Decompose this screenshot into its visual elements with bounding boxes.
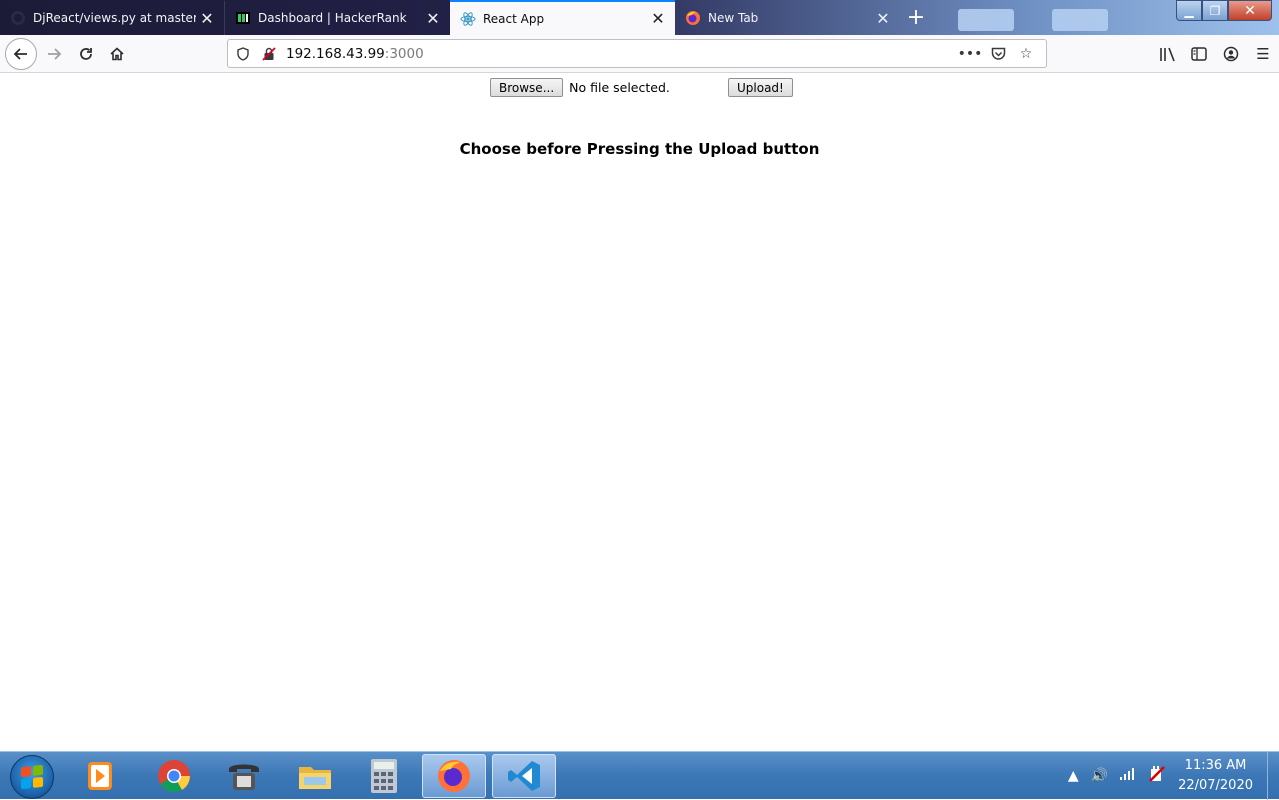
new-tab-button[interactable]: + [902,4,930,30]
pocket-icon[interactable] [984,42,1012,66]
page-actions-icon[interactable]: ••• [956,42,984,66]
taskbar-firefox[interactable] [422,754,486,798]
blurred-region [958,9,1014,31]
tab-github[interactable]: DjReact/views.py at master · m ✕ [0,1,225,35]
home-icon [110,47,124,61]
clock[interactable]: 11:36 AM 22/07/2020 [1178,756,1253,796]
url-bar[interactable]: 192.168.43.99:3000 ••• ☆ [227,39,1047,68]
windows-logo-icon [21,764,43,790]
taskbar: ▲ 🔊 11:36 AM 22/07/2020 [0,751,1279,800]
system-tray: ▲ 🔊 11:36 AM 22/07/2020 [1068,752,1279,800]
browse-button[interactable]: Browse... [490,78,564,97]
close-tab-icon[interactable]: ✕ [647,8,669,30]
tracking-protection-shield-icon[interactable] [232,43,254,65]
tab-label: Dashboard | HackerRank [258,11,407,25]
url-port: :3000 [384,45,424,62]
taskbar-phone[interactable] [212,754,276,798]
sidebar-icon[interactable] [1183,40,1215,68]
window-controls: ▁ ❐ ✕ [1176,0,1272,21]
tab-label: React App [483,11,545,26]
react-icon [460,11,476,27]
taskbar-file-explorer[interactable] [283,754,347,798]
close-tab-icon[interactable]: ✕ [422,7,444,29]
menu-hamburger-icon[interactable]: ☰ [1247,40,1279,68]
bookmark-star-icon[interactable]: ☆ [1012,42,1040,66]
file-status: No file selected. [569,80,670,95]
clock-date: 22/07/2020 [1178,778,1253,793]
back-button[interactable] [5,38,37,70]
tray-overflow-icon[interactable]: ▲ [1068,768,1079,784]
forward-arrow-icon [48,48,62,60]
url-host: 192.168.43.99 [286,45,385,62]
taskbar-calculator[interactable] [352,754,416,798]
battery-power-icon[interactable] [1148,765,1166,787]
vscode-icon [508,761,540,791]
hackerrank-icon [235,10,251,26]
calculator-icon [371,759,397,793]
firefox-icon [438,760,470,792]
taskbar-chrome[interactable] [142,754,206,798]
show-desktop-button[interactable] [1267,752,1279,800]
maximize-button[interactable]: ❐ [1202,0,1228,21]
file-input[interactable]: Browse... No file selected. [490,78,670,97]
tab-label: New Tab [708,11,759,25]
network-signal-icon[interactable] [1120,768,1136,784]
phone-icon [229,764,259,790]
volume-icon[interactable]: 🔊 [1091,768,1108,784]
github-icon [10,10,26,26]
home-button[interactable] [103,40,131,68]
reload-button[interactable] [72,40,100,68]
start-button[interactable] [10,755,54,799]
blurred-region [1052,9,1108,31]
tab-new-tab[interactable]: New Tab ✕ [675,1,900,35]
close-tab-icon[interactable]: ✕ [196,7,218,29]
url-text[interactable]: 192.168.43.99:3000 [286,46,424,62]
window-close-button[interactable]: ✕ [1228,0,1272,21]
chrome-icon [158,760,190,793]
tab-label: DjReact/views.py at master · m [33,11,196,25]
page-heading: Choose before Pressing the Upload button [459,140,820,158]
upload-button[interactable]: Upload! [728,78,793,97]
navigation-toolbar: 192.168.43.99:3000 ••• ☆ ☰ [0,35,1279,73]
vlc-icon [88,762,112,790]
tab-strip: DjReact/views.py at master · m ✕ Dashboa… [0,0,1279,35]
file-explorer-icon [299,767,331,789]
minimize-button[interactable]: ▁ [1176,0,1202,21]
close-tab-icon[interactable]: ✕ [872,7,894,29]
library-icon[interactable] [1151,40,1183,68]
account-icon[interactable] [1215,40,1247,68]
reload-icon [80,48,92,60]
tab-hackerrank[interactable]: Dashboard | HackerRank ✕ [225,1,450,35]
firefox-icon [685,10,701,26]
clock-time: 11:36 AM [1184,758,1247,773]
page-content: Browse... No file selected. Upload! Choo… [0,74,1279,751]
forward-button[interactable] [40,40,68,68]
back-arrow-icon [13,48,27,60]
insecure-connection-icon[interactable] [258,43,280,65]
tab-react-app[interactable]: React App ✕ [450,0,675,35]
taskbar-vlc[interactable] [68,754,132,798]
toolbar-right: ☰ [1151,40,1279,68]
taskbar-vscode[interactable] [492,754,556,798]
